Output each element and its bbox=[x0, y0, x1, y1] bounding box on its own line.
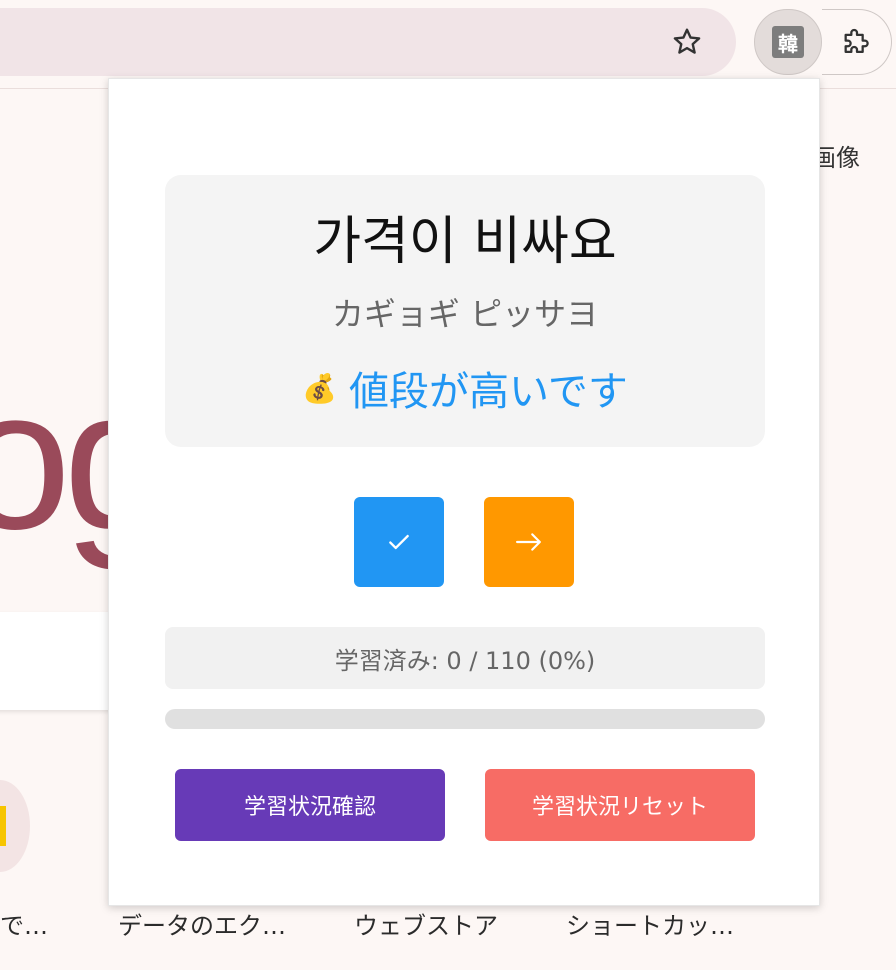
money-bag-icon: 💰 bbox=[302, 371, 338, 405]
address-bar[interactable] bbox=[0, 8, 736, 76]
progress-bar bbox=[165, 709, 765, 729]
progress-text: 学習済み: 0 / 110 (0%) bbox=[165, 627, 765, 689]
mark-learned-button[interactable] bbox=[354, 497, 444, 587]
extension-badge-icon: 韓 bbox=[772, 26, 804, 58]
extensions-puzzle-icon[interactable] bbox=[822, 9, 892, 75]
flashcard: 가격이 비싸요 カギョギ ピッサヨ 💰 値段が高いです bbox=[165, 175, 765, 447]
background-shortcut-accent bbox=[0, 806, 6, 846]
bookmark-star-icon[interactable] bbox=[667, 22, 707, 62]
check-icon bbox=[389, 534, 409, 550]
korean-extension-button[interactable]: 韓 bbox=[754, 9, 822, 75]
shortcut-label: データのエク… bbox=[118, 912, 286, 940]
korean-phrase: 가격이 비싸요 bbox=[313, 212, 617, 272]
next-card-button[interactable] bbox=[484, 497, 574, 587]
extension-popup: 가격이 비싸요 カギョギ ピッサヨ 💰 値段が高いです 学習済み: 0 / 11… bbox=[108, 78, 820, 906]
background-search-box bbox=[0, 612, 120, 710]
shortcut-label: ショートカッ… bbox=[566, 912, 734, 940]
arrow-right-icon bbox=[516, 533, 541, 551]
shortcut-label: で… bbox=[0, 912, 48, 940]
reset-status-button[interactable]: 学習状況リセット bbox=[485, 769, 755, 841]
shortcut-label: ウェブストア bbox=[354, 912, 498, 940]
meaning-text: 値段が高いです bbox=[349, 369, 628, 415]
check-status-button[interactable]: 学習状況確認 bbox=[175, 769, 445, 841]
browser-toolbar: 韓 bbox=[0, 0, 896, 89]
katakana-reading: カギョギ ピッサヨ bbox=[331, 295, 599, 333]
japanese-meaning: 💰 値段が高いです bbox=[165, 359, 765, 417]
